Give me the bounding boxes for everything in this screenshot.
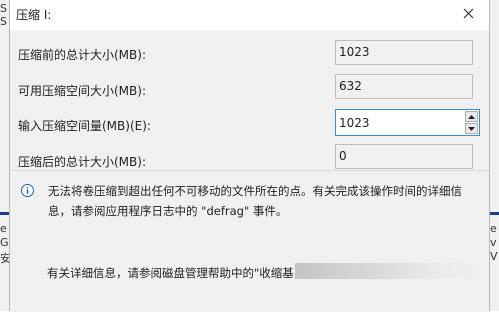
background-disk-bar [0, 212, 9, 215]
total-after-value: 0 [335, 144, 473, 169]
available-space-value: 632 [335, 74, 473, 99]
dialog-title: 压缩 I: [16, 8, 52, 22]
spin-down-button[interactable] [465, 123, 478, 134]
background-text: G [0, 236, 9, 249]
chevron-down-icon [468, 126, 475, 131]
background-text: V [490, 250, 498, 263]
shrink-amount-spinbox [335, 109, 480, 136]
info-message: 无法将卷压缩到超出任何不可移动的文件所在的点。有关完成该操作时间的详细信息，请参… [48, 184, 462, 218]
background-text: v [490, 236, 497, 249]
total-before-label: 压缩前的总计大小(MB): [18, 48, 146, 62]
info-panel: 无法将卷压缩到超出任何不可移动的文件所在的点。有关完成该操作时间的详细信息，请参… [10, 170, 489, 312]
redacted-area [295, 263, 485, 279]
help-text: 有关详细信息，请参阅磁盘管理帮助中的"收缩基 [47, 266, 294, 280]
background-text: e [490, 222, 497, 235]
total-before-value: 1023 [335, 40, 473, 65]
dialog-content: 压缩前的总计大小(MB): 1023 可用压缩空间大小(MB): 632 输入压… [10, 30, 489, 312]
shrink-amount-label: 输入压缩空间量(MB)(E): [18, 119, 151, 133]
background-text: S [0, 15, 7, 28]
background-text: S [0, 2, 7, 15]
spin-up-button[interactable] [465, 111, 478, 122]
background-text: 安 [0, 250, 9, 266]
shrink-dialog: 压缩 I: 压缩前的总计大小(MB): 1023 可用压缩空间大小(MB): 6… [9, 0, 490, 312]
background-disk-bar [489, 212, 499, 215]
total-after-label: 压缩后的总计大小(MB): [18, 155, 146, 169]
shrink-amount-input[interactable] [336, 110, 461, 135]
close-button[interactable] [453, 1, 483, 25]
background-text: e [0, 222, 7, 235]
chevron-up-icon [468, 114, 475, 119]
title-bar: 压缩 I: [10, 0, 489, 30]
available-space-label: 可用压缩空间大小(MB): [18, 84, 146, 98]
info-icon [21, 184, 34, 197]
close-icon [463, 8, 473, 18]
